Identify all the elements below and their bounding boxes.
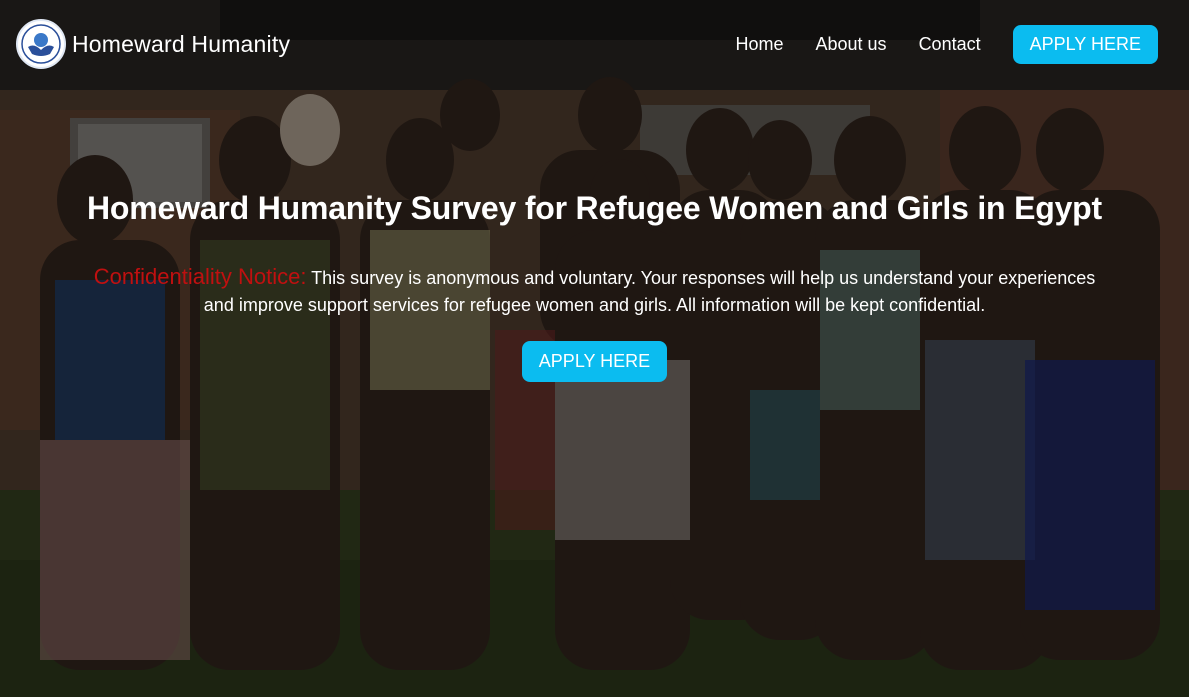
hero-title: Homeward Humanity Survey for Refugee Wom… xyxy=(87,190,1102,226)
notice-label: Confidentiality Notice: xyxy=(93,264,307,289)
navbar: Homeward Humanity Home About us Contact … xyxy=(0,0,1189,88)
brand-logo[interactable] xyxy=(16,19,66,69)
hero-apply-button[interactable]: APPLY HERE xyxy=(521,341,668,382)
nav-link-contact[interactable]: Contact xyxy=(919,34,981,55)
nav-link-about-us[interactable]: About us xyxy=(816,34,887,55)
brand-name[interactable]: Homeward Humanity xyxy=(72,31,290,58)
confidentiality-notice: Confidentiality Notice: This survey is a… xyxy=(90,263,1100,319)
hands-globe-logo-icon xyxy=(21,24,61,64)
nav-link-home[interactable]: Home xyxy=(735,34,783,55)
notice-text: This survey is anonymous and voluntary. … xyxy=(203,268,1096,315)
hero-section: Homeward Humanity Survey for Refugee Wom… xyxy=(0,190,1189,382)
nav-apply-button[interactable]: APPLY HERE xyxy=(1012,24,1158,64)
nav-links: Home About us Contact APPLY HERE xyxy=(703,24,1173,64)
